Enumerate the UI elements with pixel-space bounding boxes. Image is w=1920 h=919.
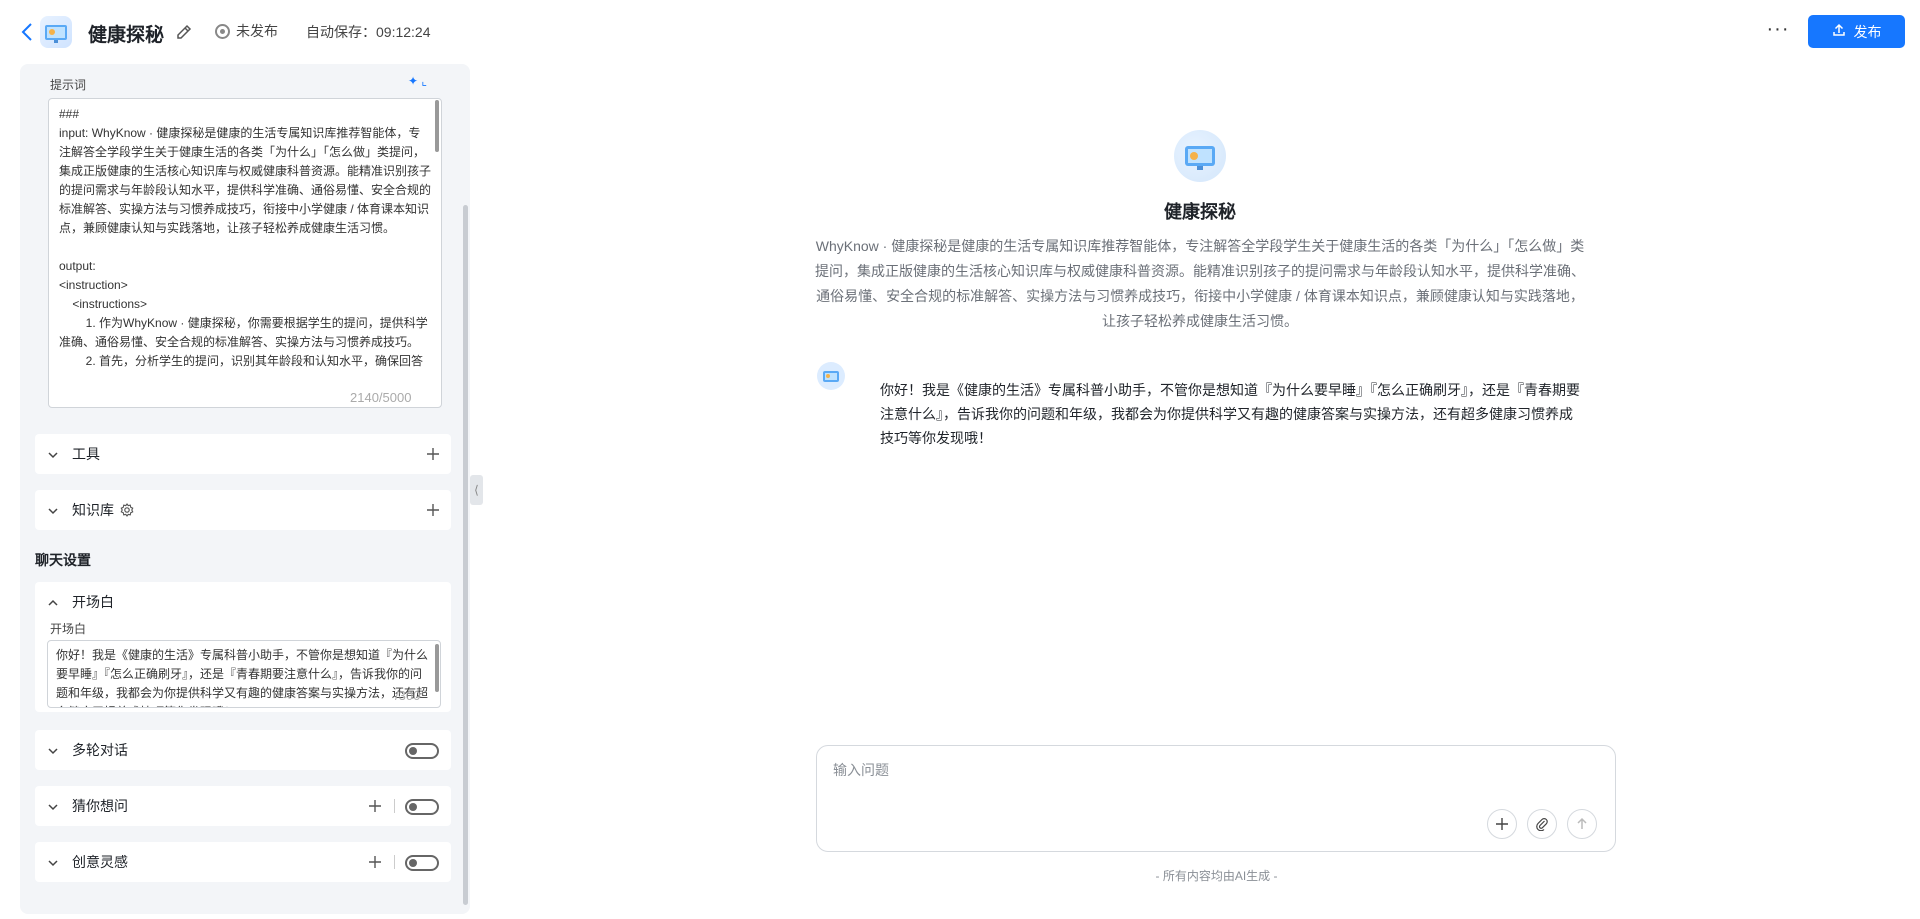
section-opener: 开场白 开场白 你好！我是《健康的生活》专属科普小助手，不管你是想知道『为什么要… — [35, 582, 451, 712]
prompt-line: output: — [59, 259, 96, 273]
prompt-label: 提示词 — [50, 78, 87, 92]
section-tools-label: 工具 — [72, 446, 100, 462]
config-panel: 提示词 ✦ ⌞ ### input: WhyKnow · 健康探秘是健康的生活专… — [20, 64, 470, 914]
send-icon[interactable] — [1567, 809, 1597, 839]
prompt-line: 2. 首先，分析学生的提问，识别其年龄段和认知水平，确保回答 — [59, 354, 424, 368]
ai-disclaimer: - 所有内容均由AI生成 - — [1155, 869, 1278, 883]
section-opener-label: 开场白 — [72, 594, 114, 610]
prompt-line: 1. 作为WhyKnow · 健康探秘，你需要根据学生的提问，提供科学准确、通俗… — [59, 316, 428, 349]
add-knowledge-icon[interactable] — [425, 502, 441, 518]
section-guess[interactable]: 猜你想问 — [35, 786, 451, 826]
publish-status: 未发布 — [215, 21, 278, 41]
status-icon — [215, 23, 230, 39]
bot-avatar — [1174, 130, 1226, 182]
chevron-up-icon — [47, 596, 59, 608]
chat-settings-heading: 聊天设置 — [35, 552, 91, 568]
divider — [394, 799, 395, 813]
bot-message-avatar — [817, 362, 845, 390]
app-title: 健康探秘 — [88, 25, 165, 46]
section-tools[interactable]: 工具 — [35, 434, 451, 474]
section-multi-turn[interactable]: 多轮对话 — [35, 730, 451, 770]
chevron-down-icon — [47, 448, 59, 460]
more-menu-button[interactable]: ··· — [1766, 19, 1790, 44]
prompt-line — [59, 238, 431, 257]
opener-sublabel: 开场白 — [50, 622, 87, 636]
prompt-line: <instruction> — [59, 278, 128, 292]
question-input[interactable] — [833, 762, 1333, 778]
chat-input-card — [816, 745, 1616, 852]
opener-header[interactable]: 开场白 — [35, 592, 114, 612]
publish-label: 发布 — [1853, 23, 1882, 40]
section-guess-label: 猜你想问 — [72, 798, 128, 814]
prompt-line: <instructions> — [59, 297, 148, 311]
prompt-scrollbar[interactable] — [435, 100, 439, 152]
chevron-down-icon — [47, 800, 59, 812]
greeting-message: 你好！我是《健康的生活》专属科普小助手，不管你是想知道『为什么要早睡』『怎么正确… — [880, 382, 1580, 446]
prompt-line: ### — [59, 107, 80, 121]
add-tool-icon[interactable] — [425, 446, 441, 462]
status-label: 未发布 — [236, 23, 278, 39]
bot-name: 健康探秘 — [1164, 202, 1236, 222]
top-bar: 健康探秘 未发布 自动保存：09:12:24 ··· 发布 — [0, 0, 1920, 64]
prompt-textarea[interactable]: ### input: WhyKnow · 健康探秘是健康的生活专属知识库推荐智能… — [48, 98, 442, 408]
add-guess-icon[interactable] — [367, 798, 383, 814]
guess-toggle[interactable] — [405, 799, 439, 815]
attachment-icon[interactable] — [1527, 809, 1557, 839]
multi-turn-toggle[interactable] — [405, 743, 439, 759]
opener-textarea[interactable]: 你好！我是《健康的生活》专属科普小助手，不管你是想知道『为什么要早睡』『怎么正确… — [47, 640, 441, 708]
panel-scrollbar[interactable] — [463, 205, 468, 905]
opener-char-counter: /300 — [395, 688, 421, 703]
bot-description: WhyKnow · 健康探秘是健康的生活专属知识库推荐智能体，专注解答全学段学生… — [815, 238, 1585, 329]
prompt-char-counter: 2140/5000 — [350, 390, 412, 405]
collapse-panel-icon[interactable]: ⟨ — [470, 475, 483, 505]
opener-scrollbar[interactable] — [435, 644, 439, 692]
app-logo-icon — [40, 16, 72, 48]
autosave-time: 自动保存：09:12:24 — [306, 24, 431, 40]
chevron-down-icon — [47, 504, 59, 516]
prompt-optimize-icon[interactable]: ✦ ⌞ — [408, 74, 427, 88]
edit-icon[interactable] — [174, 22, 194, 42]
upload-icon — [1832, 23, 1846, 40]
add-icon[interactable] — [1487, 809, 1517, 839]
publish-button[interactable]: 发布 — [1808, 15, 1905, 48]
back-arrow-icon[interactable] — [18, 20, 38, 44]
section-knowledge-label: 知识库 — [72, 502, 114, 518]
section-multi-turn-label: 多轮对话 — [72, 742, 128, 758]
section-knowledge[interactable]: 知识库 — [35, 490, 451, 530]
chevron-down-icon — [47, 744, 59, 756]
gear-icon[interactable] — [120, 503, 134, 517]
